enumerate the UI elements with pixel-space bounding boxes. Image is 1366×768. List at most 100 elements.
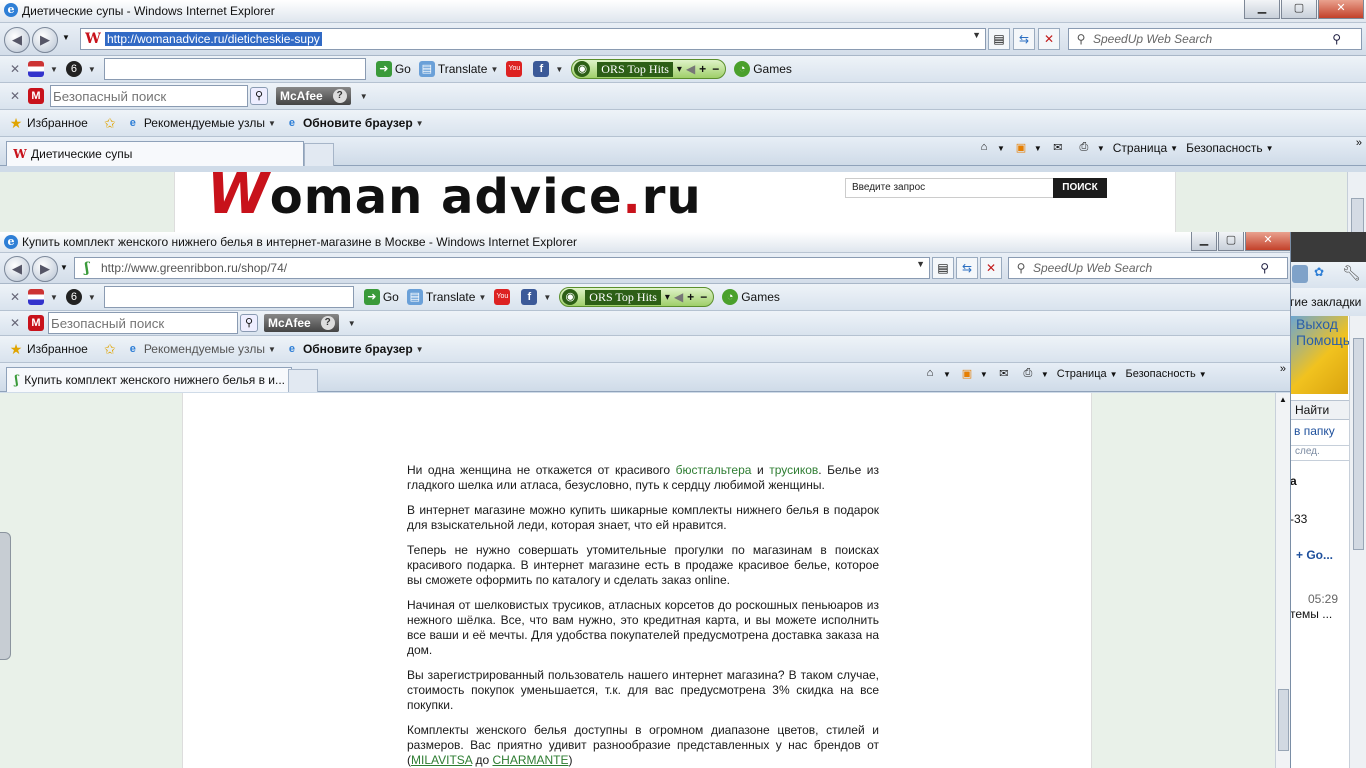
flag-menu-2[interactable]: ▼: [28, 289, 58, 305]
toolbar-logo-menu-2[interactable]: 6 ▼: [65, 289, 96, 305]
translate-button-2[interactable]: ▤ Translate ▼: [406, 289, 486, 305]
web-search-box[interactable]: ⚲ SpeedUp Web Search ⚲: [1068, 28, 1362, 50]
bra-link[interactable]: бюстгальтера: [676, 463, 752, 477]
go-button-2[interactable]: ➜ Go: [363, 289, 399, 305]
back-arrow-icon[interactable]: ◀: [4, 27, 30, 53]
web-search-box-2[interactable]: ⚲ SpeedUp Web Search ⚲: [1008, 257, 1288, 279]
safe-search-icon[interactable]: ⚲: [250, 87, 268, 105]
vertical-scrollbar-2[interactable]: ▲: [1275, 393, 1290, 768]
go-button[interactable]: ➜ Go: [375, 61, 411, 77]
ors-minus-button[interactable]: −: [712, 62, 719, 76]
address-bar-2[interactable]: ʃ http://www.greenribbon.ru/shop/74/ ▼: [74, 257, 930, 279]
help-icon-2[interactable]: ?: [320, 316, 335, 330]
scroll-up-icon[interactable]: ▲: [1276, 395, 1290, 404]
refresh-icon-2[interactable]: ⇆: [956, 257, 978, 279]
home-dropdown-icon[interactable]: ▼: [997, 144, 1005, 153]
page-menu[interactable]: Страница: [1113, 141, 1167, 155]
home-icon-2[interactable]: ⌂: [922, 367, 938, 381]
peek-exit[interactable]: Выход: [1290, 316, 1348, 332]
ors-dropdown-icon[interactable]: ▾: [677, 64, 682, 75]
mcafee-button-2[interactable]: McAfee?: [264, 314, 339, 332]
youtube-button-2[interactable]: You: [494, 289, 513, 305]
site-search-input[interactable]: Введите запрос: [845, 178, 1059, 198]
youtube-button[interactable]: You: [506, 61, 525, 77]
mcafee-dropdown-icon[interactable]: ▼: [360, 92, 368, 101]
wrench-icon[interactable]: 🔧︎: [1342, 264, 1361, 282]
print-dropdown-icon[interactable]: ▼: [1097, 144, 1105, 153]
back-arrow-icon-2[interactable]: ◀: [4, 256, 30, 282]
safe-search-icon-2[interactable]: ⚲: [240, 314, 258, 332]
mcafee-button[interactable]: McAfee?: [276, 87, 351, 105]
peek-help[interactable]: Помощь: [1290, 332, 1350, 348]
rss-dropdown-icon[interactable]: ▼: [1034, 144, 1042, 153]
maximize-button-2[interactable]: ▢: [1218, 232, 1244, 251]
vertical-scrollbar-1[interactable]: [1347, 172, 1366, 232]
address-dropdown-icon-2[interactable]: ▼: [916, 259, 925, 269]
mcafee-shield-icon[interactable]: M: [28, 88, 44, 104]
more-chevron-icon-2[interactable]: »: [1280, 363, 1286, 375]
peek-folder-link[interactable]: в папку: [1294, 424, 1335, 438]
close-mcafee-toolbar-icon-2[interactable]: ✕: [8, 316, 22, 330]
flag-menu[interactable]: ▼: [28, 61, 58, 77]
compat-view-icon[interactable]: ▤: [988, 28, 1010, 50]
peek-scrollbar[interactable]: [1349, 316, 1366, 768]
peek-scroll-thumb[interactable]: [1353, 338, 1364, 550]
home-icon[interactable]: ⌂: [976, 141, 992, 155]
safety-menu-2[interactable]: Безопасность: [1126, 368, 1196, 380]
favorites-button-2[interactable]: ★ Избранное: [8, 341, 88, 357]
games-button-2[interactable]: ◔ Games: [722, 289, 780, 305]
volume-icon[interactable]: ◀: [686, 62, 695, 76]
toolbar-search-input[interactable]: [103, 58, 366, 80]
mcafee-shield-icon-2[interactable]: M: [28, 315, 44, 331]
translate-button[interactable]: ▤ Translate ▼: [418, 61, 498, 77]
favorites-button[interactable]: ★ Избранное: [8, 115, 88, 131]
mail-icon-2[interactable]: ✉: [996, 367, 1012, 381]
site-search-button[interactable]: ПОИСК: [1053, 178, 1107, 198]
new-tab-button-2[interactable]: [288, 369, 318, 392]
ors-plus-button[interactable]: +: [699, 62, 706, 76]
ors-minus-button-2[interactable]: −: [700, 290, 707, 304]
scroll-thumb[interactable]: [1351, 198, 1364, 232]
milavitsa-link[interactable]: MILAVITSA: [411, 753, 472, 767]
update-browser-button-2[interactable]: e Обновите браузер ▼: [284, 341, 424, 357]
more-chevron-icon[interactable]: »: [1356, 137, 1362, 149]
page-menu-2[interactable]: Страница: [1057, 368, 1107, 380]
search-go-icon[interactable]: ⚲: [1332, 32, 1341, 46]
site-logo[interactable]: Woman advice.ru: [207, 162, 702, 227]
peek-next-select[interactable]: след.: [1290, 445, 1354, 461]
safe-search-input[interactable]: [50, 85, 248, 107]
suggested-sites-button-2[interactable]: e Рекомендуемые узлы ▼: [125, 341, 276, 357]
stop-icon[interactable]: ✕: [1038, 28, 1060, 50]
rss-icon[interactable]: ▣: [1013, 141, 1029, 155]
tab-active-2[interactable]: ʃ Купить комплект женского нижнего белья…: [6, 367, 292, 392]
peek-find-button[interactable]: Найти: [1290, 400, 1354, 420]
rss-dropdown-icon-2[interactable]: ▼: [980, 370, 988, 379]
rss-icon-2[interactable]: ▣: [959, 367, 975, 381]
ors-radio-widget-2[interactable]: ◉ ORS Top Hits ▾ ◀ + −: [559, 287, 715, 307]
volume-icon-2[interactable]: ◀: [674, 290, 683, 304]
address-url-2[interactable]: http://www.greenribbon.ru/shop/74/: [99, 261, 289, 275]
peek-go-link[interactable]: + Go...: [1296, 548, 1333, 562]
charmante-link[interactable]: CHARMANTE: [492, 753, 568, 767]
toolbar-logo-menu[interactable]: 6 ▼: [65, 61, 96, 77]
history-dropdown-icon[interactable]: ▼: [62, 33, 70, 42]
close-button-2[interactable]: ✕: [1245, 232, 1290, 251]
safety-menu[interactable]: Безопасность: [1186, 141, 1263, 155]
ors-dropdown-icon-2[interactable]: ▾: [665, 292, 670, 303]
toolbar-search-input-2[interactable]: [103, 286, 354, 308]
close-button[interactable]: ✕: [1318, 0, 1364, 19]
add-favorite-button-2[interactable]: ✩: [102, 341, 121, 357]
add-favorite-button[interactable]: ✩: [102, 115, 121, 131]
search-go-icon-2[interactable]: ⚲: [1260, 261, 1269, 275]
minimize-button-2[interactable]: ▁: [1191, 232, 1217, 251]
maximize-button[interactable]: ▢: [1281, 0, 1317, 19]
close-mcafee-toolbar-icon[interactable]: ✕: [8, 89, 22, 103]
stop-icon-2[interactable]: ✕: [980, 257, 1002, 279]
mail-icon[interactable]: ✉: [1050, 141, 1066, 155]
update-browser-button[interactable]: e Обновите браузер ▼: [284, 115, 424, 131]
help-icon[interactable]: ?: [332, 89, 347, 103]
address-url[interactable]: http://womanadvice.ru/dieticheskie-supy: [105, 32, 322, 46]
side-panel-grip[interactable]: [0, 532, 11, 660]
close-toolbar-icon-2[interactable]: ✕: [8, 290, 22, 304]
mcafee-dropdown-icon-2[interactable]: ▼: [348, 319, 356, 328]
